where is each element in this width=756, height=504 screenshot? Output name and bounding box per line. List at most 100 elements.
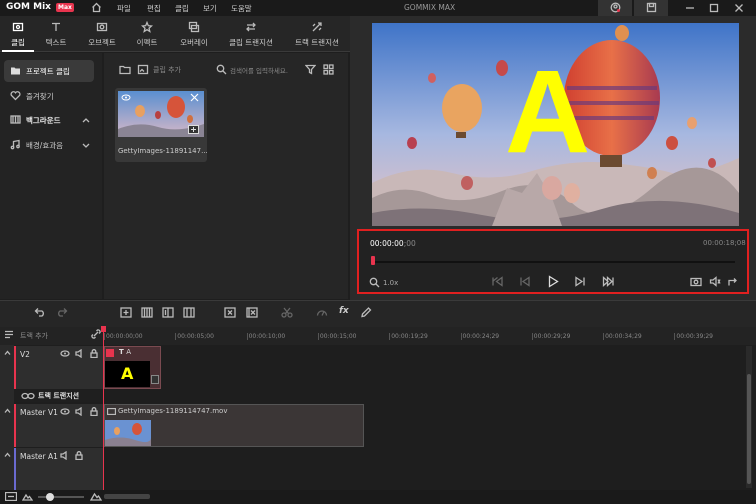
next-frame-icon[interactable] — [574, 276, 586, 287]
split-view-icon[interactable] — [162, 307, 174, 318]
track-list-icon[interactable] — [4, 330, 14, 339]
playhead[interactable] — [103, 327, 104, 490]
expand-chevron-icon[interactable] — [4, 408, 11, 414]
sidebar-item-favorites[interactable]: 즐겨찾기 — [4, 85, 94, 107]
seek-bar[interactable] — [372, 261, 735, 263]
ruler-tick-label: 00:00:24;29 — [460, 333, 500, 340]
grid-view-icon[interactable] — [323, 64, 334, 75]
speaker-icon[interactable] — [75, 349, 85, 358]
ruler-tick-label: 00:00:05;00 — [175, 333, 214, 340]
tab-overlay[interactable]: 오버레이 — [172, 16, 216, 52]
add-track-label[interactable]: 트랙 추가 — [20, 331, 48, 341]
clip-edit-icon[interactable] — [106, 349, 114, 357]
tab-clip-transition-label: 클립 트랜지션 — [229, 38, 273, 47]
cut-icon[interactable] — [281, 307, 293, 318]
search-input[interactable]: 검색어를 입력하세요. — [230, 62, 298, 76]
snapshot-icon[interactable] — [690, 276, 702, 287]
scrollbar-thumb[interactable] — [747, 374, 751, 484]
timeline-zoom-slider[interactable] — [38, 496, 84, 498]
eye-icon[interactable] — [121, 94, 131, 101]
menu-view[interactable]: 보기 — [203, 3, 217, 14]
save-button[interactable] — [634, 0, 668, 16]
lock-icon[interactable] — [90, 407, 98, 416]
fit-icon[interactable] — [5, 492, 17, 501]
track-transition-label: 트랙 트랜지션 — [38, 392, 80, 400]
visibility-eye-icon[interactable] — [60, 408, 70, 415]
zoom-icon[interactable] — [369, 277, 380, 288]
folder-add-icon[interactable] — [119, 64, 131, 75]
delete-clip-icon[interactable] — [224, 307, 236, 318]
zoom-in-mountain-icon[interactable] — [90, 491, 102, 501]
menu-clip[interactable]: 클립 — [175, 3, 189, 14]
lock-icon[interactable] — [90, 349, 98, 358]
resize-handle-icon[interactable] — [151, 375, 159, 384]
video-clip[interactable]: GettyImages-1189114747.mov — [104, 404, 364, 447]
expand-chevron-icon[interactable] — [4, 350, 11, 356]
skip-end-icon[interactable] — [602, 276, 615, 287]
tab-clip[interactable]: 클립 — [2, 16, 34, 52]
skip-start-icon[interactable] — [491, 276, 503, 287]
seek-handle[interactable] — [371, 256, 375, 265]
sidebar-item-background[interactable]: 백그라운드 — [4, 109, 94, 131]
menu-file[interactable]: 파일 — [117, 3, 131, 14]
sidebar-item-label: 백그라운드 — [26, 116, 61, 125]
close-icon[interactable] — [734, 3, 744, 13]
background-insert-icon[interactable] — [141, 307, 153, 318]
prev-frame-icon[interactable] — [519, 276, 531, 287]
fx-icon[interactable]: fx — [339, 306, 349, 316]
tab-track-transition[interactable]: 트랙 트랜지션 — [290, 16, 344, 52]
media-add-icon[interactable] — [137, 64, 149, 75]
fullscreen-icon[interactable] — [727, 276, 739, 287]
tab-object[interactable]: 오브젝트 — [80, 16, 124, 52]
track-header-master-a1[interactable]: Master A1 — [14, 448, 104, 490]
home-icon[interactable] — [91, 2, 102, 13]
playhead-handle[interactable] — [101, 326, 106, 332]
sidebar-item-project-clips[interactable]: 프로젝트 클립 — [4, 60, 94, 82]
redo-icon[interactable] — [56, 307, 68, 317]
text-clip[interactable]: T A A — [104, 346, 161, 389]
trim-icon[interactable] — [183, 307, 195, 318]
tab-text[interactable]: 텍스트 — [37, 16, 75, 52]
add-clip-button[interactable]: 클립 추가 — [153, 65, 181, 75]
undo-icon[interactable] — [34, 307, 46, 317]
speaker-icon[interactable] — [60, 451, 70, 460]
zoom-out-mountain-icon[interactable] — [22, 492, 33, 501]
link-icon[interactable] — [91, 329, 101, 339]
sidebar-item-music[interactable]: 배경/효과음 — [4, 134, 94, 156]
vertical-scrollbar[interactable] — [746, 346, 752, 488]
tab-clip-label: 클립 — [11, 38, 25, 47]
delete-gap-icon[interactable] — [246, 307, 258, 318]
filter-icon[interactable] — [305, 64, 316, 75]
timeline-toolbar — [0, 300, 756, 327]
tab-clip-transition[interactable]: 클립 트랜지션 — [224, 16, 278, 52]
visibility-eye-icon[interactable] — [60, 350, 70, 357]
remove-clip-icon[interactable] — [190, 93, 199, 102]
lock-icon[interactable] — [75, 451, 83, 460]
tab-effect[interactable]: 이펙트 — [127, 16, 167, 52]
clip-transition-icon — [246, 22, 256, 32]
account-button[interactable] — [598, 0, 632, 16]
play-icon[interactable] — [547, 275, 559, 288]
chevron-up-icon[interactable] — [82, 116, 90, 124]
speed-icon[interactable] — [316, 307, 328, 318]
menu-help[interactable]: 도움말 — [231, 3, 252, 14]
minimize-icon[interactable] — [685, 3, 695, 13]
text-clip-thumbnail: A — [105, 361, 150, 387]
tab-track-transition-label: 트랙 트랜지션 — [295, 38, 339, 47]
background-icon — [10, 115, 21, 124]
add-track-icon[interactable] — [120, 307, 132, 318]
speaker-icon[interactable] — [75, 407, 85, 416]
overlay-text-letter: A — [505, 46, 591, 178]
add-to-timeline-icon[interactable] — [188, 125, 199, 134]
chevron-down-icon[interactable] — [82, 141, 90, 149]
expand-chevron-icon[interactable] — [4, 452, 11, 458]
menu-edit[interactable]: 편집 — [147, 3, 161, 14]
pencil-icon[interactable] — [360, 307, 372, 318]
sidebar-item-label: 프로젝트 클립 — [26, 67, 70, 76]
track-transition-row[interactable]: 트랙 트랜지션 — [14, 390, 104, 402]
maximize-icon[interactable] — [709, 3, 719, 13]
timeline-zoom-handle[interactable] — [46, 493, 54, 501]
ruler-tick-label: 00:00:29;29 — [531, 333, 571, 340]
volume-icon[interactable] — [709, 276, 721, 287]
horizontal-scrollbar[interactable] — [104, 494, 150, 499]
